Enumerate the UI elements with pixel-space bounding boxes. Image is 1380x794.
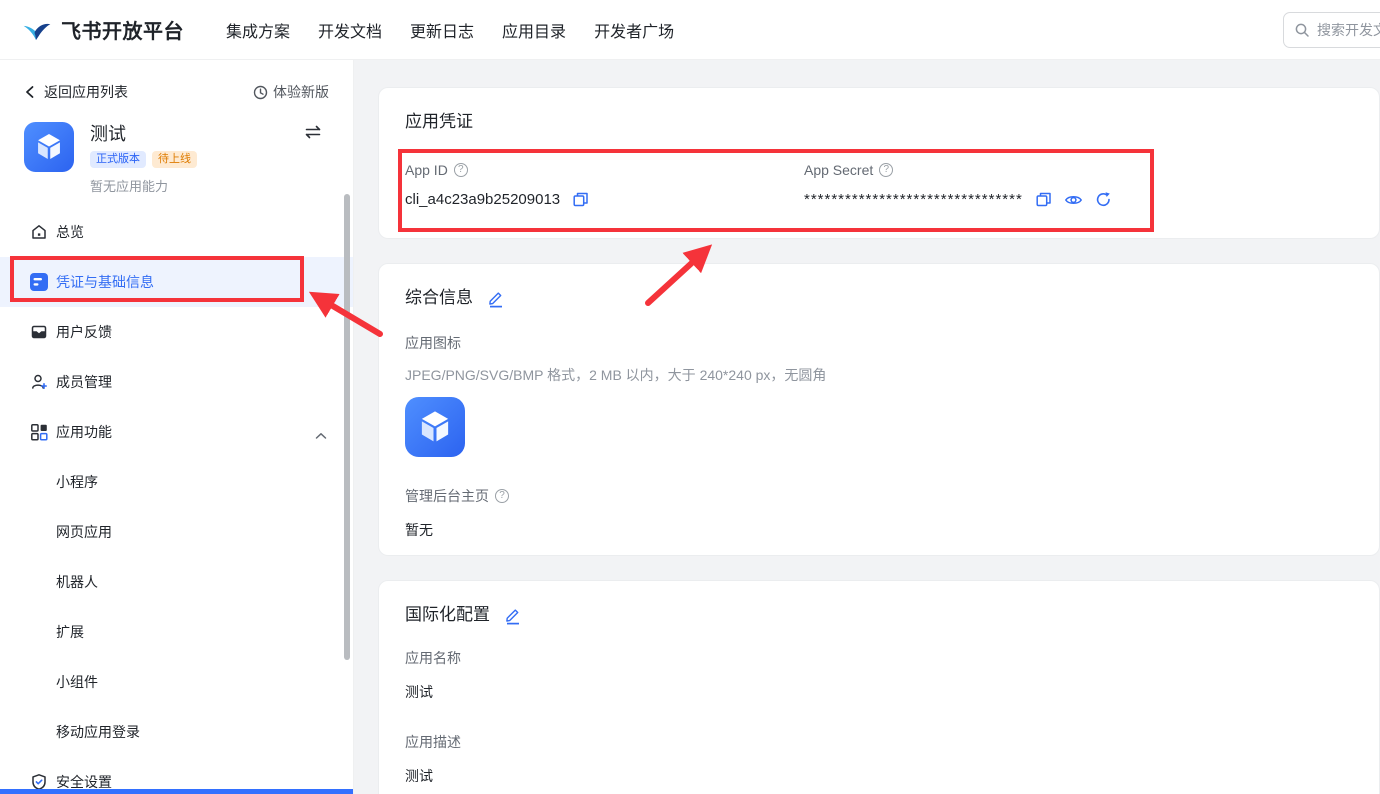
menu-label: 机器人: [56, 572, 98, 592]
edit-i18n-config-icon[interactable]: [504, 606, 522, 625]
menu-label: 移动应用登录: [56, 722, 140, 742]
sidebar-item-app-features[interactable]: 应用功能: [0, 407, 353, 457]
credentials-card: 应用凭证 App ID ? cli_a4c23a9b25209013: [378, 87, 1380, 239]
app-icon-label: 应用图标: [405, 333, 1379, 353]
sidebar-item-bot[interactable]: 机器人: [0, 557, 353, 607]
app-id-label: App ID: [405, 162, 448, 178]
nav-item-developer-plaza[interactable]: 开发者广场: [594, 18, 674, 42]
main-content: 应用凭证 App ID ? cli_a4c23a9b25209013: [354, 60, 1380, 794]
try-new-version-link[interactable]: 体验新版: [253, 82, 329, 102]
clock-icon: [253, 85, 268, 100]
menu-label: 小程序: [56, 472, 98, 492]
sidebar-item-overview[interactable]: 总览: [0, 207, 353, 257]
menu-label: 成员管理: [56, 372, 112, 392]
nav-item-changelog[interactable]: 更新日志: [410, 18, 474, 42]
nav-item-docs[interactable]: 开发文档: [318, 18, 382, 42]
sidebar-menu: 总览 凭证与基础信息 用户反馈: [0, 207, 353, 794]
menu-label: 总览: [56, 222, 84, 242]
regenerate-secret-refresh-icon[interactable]: [1095, 191, 1112, 208]
app-secret-masked-value: ********************************: [804, 191, 1023, 208]
app-id-value: cli_a4c23a9b25209013: [405, 191, 560, 208]
reveal-secret-eye-icon[interactable]: [1064, 192, 1083, 208]
back-link-label: 返回应用列表: [44, 82, 128, 102]
sidebar-item-widget[interactable]: 小组件: [0, 657, 353, 707]
brand-title: 飞书开放平台: [61, 15, 184, 44]
back-to-app-list-link[interactable]: 返回应用列表: [24, 82, 128, 102]
copy-app-id-icon[interactable]: [572, 191, 589, 208]
menu-label: 小组件: [56, 672, 98, 692]
sidebar-bottom-accent-bar: [0, 789, 353, 794]
try-new-label: 体验新版: [273, 82, 329, 102]
sidebar-item-web-app[interactable]: 网页应用: [0, 507, 353, 557]
app-desc-value: 测试: [405, 766, 1379, 786]
copy-app-secret-icon[interactable]: [1035, 191, 1052, 208]
sidebar-item-mini-program[interactable]: 小程序: [0, 457, 353, 507]
feedback-icon: [30, 323, 48, 341]
sidebar-item-member-management[interactable]: 成员管理: [0, 357, 353, 407]
members-icon: [30, 373, 48, 391]
version-badge: 正式版本: [90, 151, 146, 168]
menu-label: 网页应用: [56, 522, 112, 542]
app-name-value: 测试: [405, 682, 1379, 702]
i18n-config-card: 国际化配置 应用名称 测试 应用描述 测试: [378, 580, 1380, 794]
admin-homepage-help-icon[interactable]: ?: [495, 489, 509, 503]
sidebar-item-credentials[interactable]: 凭证与基础信息: [0, 257, 353, 307]
sidebar-item-mobile-app-login[interactable]: 移动应用登录: [0, 707, 353, 757]
nav-item-integration[interactable]: 集成方案: [226, 18, 290, 42]
app-capability-text: 暂无应用能力: [90, 176, 197, 195]
app-icon-preview[interactable]: [405, 397, 465, 457]
credentials-card-title: 应用凭证: [405, 111, 1379, 133]
edit-general-info-icon[interactable]: [487, 289, 505, 308]
admin-homepage-label: 管理后台主页: [405, 486, 489, 506]
status-badge: 待上线: [152, 151, 197, 168]
app-cube-icon: [24, 122, 74, 172]
sidebar-scrollbar[interactable]: [344, 194, 350, 660]
menu-label: 扩展: [56, 622, 84, 642]
top-nav: 集成方案 开发文档 更新日志 应用目录 开发者广场: [226, 18, 674, 42]
sidebar-item-extension[interactable]: 扩展: [0, 607, 353, 657]
app-secret-label: App Secret: [804, 162, 873, 178]
general-info-card: 综合信息 应用图标 JPEG/PNG/SVG/BMP 格式，2 MB 以内，大于…: [378, 263, 1380, 556]
menu-label: 用户反馈: [56, 322, 112, 342]
sidebar-item-user-feedback[interactable]: 用户反馈: [0, 307, 353, 357]
app-id-help-icon[interactable]: ?: [454, 163, 468, 177]
chevron-left-icon: [24, 85, 36, 99]
search-input[interactable]: [1317, 22, 1380, 38]
search-box[interactable]: [1283, 12, 1380, 48]
general-info-title: 综合信息: [405, 287, 473, 309]
menu-label: 凭证与基础信息: [56, 272, 154, 292]
app-icon-hint: JPEG/PNG/SVG/BMP 格式，2 MB 以内，大于 240*240 p…: [405, 365, 1379, 385]
app-name-label: 应用名称: [405, 648, 1379, 668]
nav-item-app-directory[interactable]: 应用目录: [502, 18, 566, 42]
app-secret-help-icon[interactable]: ?: [879, 163, 893, 177]
search-icon: [1294, 22, 1310, 38]
sidebar: 返回应用列表 体验新版: [0, 60, 354, 794]
menu-label: 应用功能: [56, 422, 112, 442]
app-summary-card: 测试 正式版本 待上线 暂无应用能力: [24, 122, 329, 195]
switch-app-icon[interactable]: [303, 124, 323, 145]
home-icon: [30, 223, 48, 241]
app-desc-label: 应用描述: [405, 732, 1379, 752]
top-header: 飞书开放平台 集成方案 开发文档 更新日志 应用目录 开发者广场: [0, 0, 1380, 60]
credentials-icon: [30, 273, 48, 291]
i18n-config-title: 国际化配置: [405, 604, 490, 626]
feishu-logo-icon: [22, 15, 52, 45]
apps-grid-icon: [30, 423, 48, 441]
chevron-up-icon[interactable]: [315, 427, 327, 443]
admin-homepage-value: 暂无: [405, 520, 1379, 540]
app-name: 测试: [90, 122, 197, 146]
